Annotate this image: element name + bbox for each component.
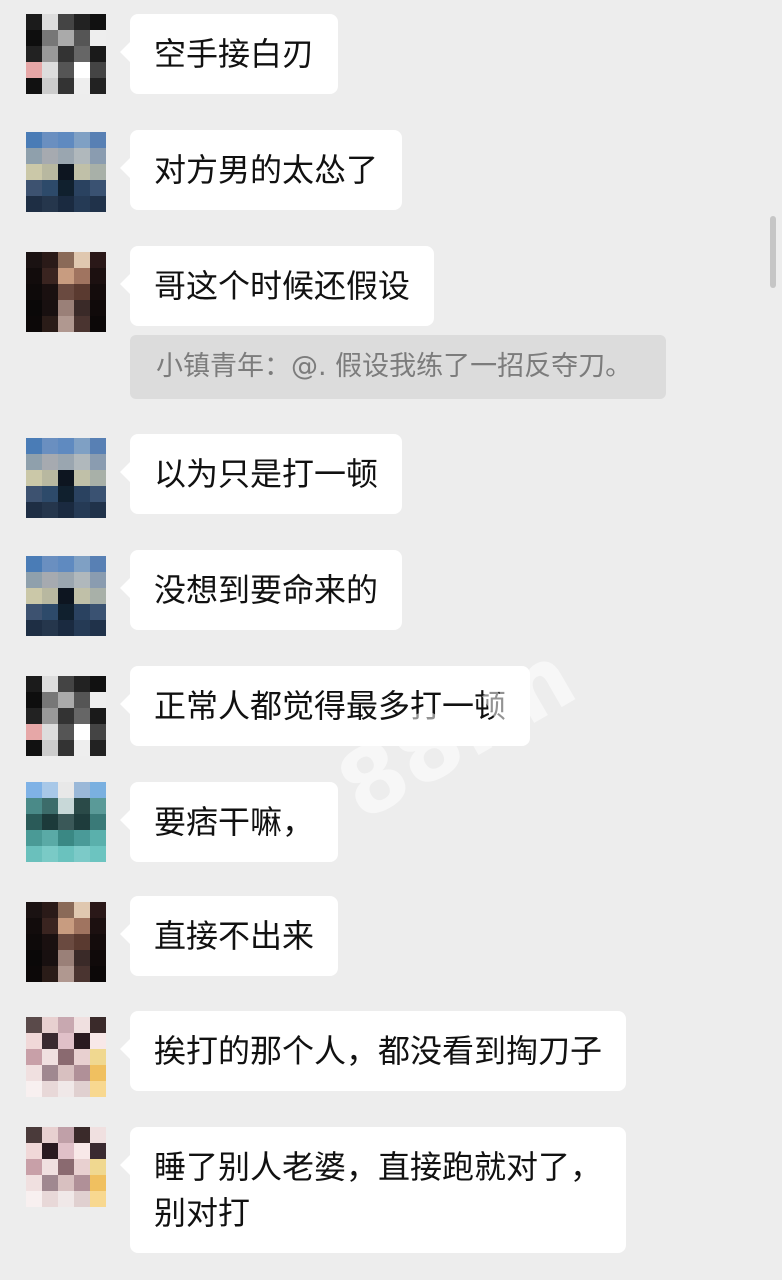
scrollbar[interactable] [770, 216, 776, 288]
avatar[interactable] [26, 676, 106, 756]
message-bubble[interactable]: 正常人都觉得最多打一顿 [119, 666, 531, 746]
message-bubble[interactable]: 直接不出来 [119, 896, 339, 976]
message-line: 别对打 [154, 1194, 251, 1232]
message-bubble[interactable]: 要痞干嘛， [119, 782, 339, 862]
avatar[interactable] [26, 902, 106, 982]
quoted-reply[interactable]: 小镇青年：@. 假设我练了一招反夺刀。 [130, 335, 666, 399]
avatar[interactable] [26, 782, 106, 862]
message-bubble[interactable]: 空手接白刃 [119, 14, 339, 94]
message-bubble[interactable]: 睡了别人老婆，直接跑就对了， 别对打 [119, 1127, 627, 1253]
avatar[interactable] [26, 252, 106, 332]
message-bubble[interactable]: 挨打的那个人，都没看到掏刀子 [119, 1011, 627, 1091]
message-bubble[interactable]: 没想到要命来的 [119, 550, 403, 630]
message-bubble[interactable]: 对方男的太怂了 [119, 130, 403, 210]
avatar[interactable] [26, 1017, 106, 1097]
message-bubble[interactable]: 哥这个时候还假设 [119, 246, 435, 326]
avatar[interactable] [26, 132, 106, 212]
avatar[interactable] [26, 438, 106, 518]
avatar[interactable] [26, 14, 106, 94]
avatar[interactable] [26, 556, 106, 636]
message-bubble[interactable]: 以为只是打一顿 [119, 434, 403, 514]
avatar[interactable] [26, 1127, 106, 1207]
message-line: 睡了别人老婆，直接跑就对了， [154, 1148, 603, 1186]
